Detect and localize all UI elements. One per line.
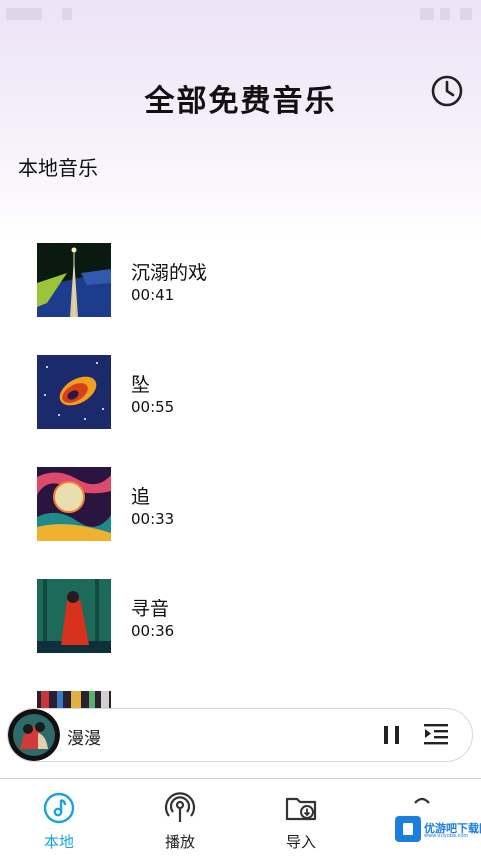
song-title: 寻音 [131,598,170,620]
nav-tab-play[interactable]: 播放 [135,791,225,851]
status-notification-icon [62,8,72,20]
watermark-logo: 优游吧下载网 www.uuyoba.com [395,816,481,842]
nav-tab-import[interactable]: 导入 [256,791,346,851]
status-wifi-icon [440,8,450,20]
song-item[interactable]: 追 00:33 [0,467,481,543]
folder-import-icon [285,797,317,821]
broadcast-icon [164,792,196,822]
song-item[interactable]: 坠 00:55 [0,355,481,431]
history-button[interactable] [430,74,464,108]
page-title: 全部免费音乐 [144,84,337,119]
clock-icon [431,75,463,107]
status-signal-icon [420,8,434,20]
status-time [6,8,42,20]
song-title: 坠 [131,374,151,396]
song-item[interactable]: 寻音 00:36 [0,579,481,655]
song-duration: 00:41 [131,286,175,304]
playlist-button[interactable] [422,721,450,749]
section-title: 本地音乐 [18,156,98,180]
song-item[interactable]: 沉溺的戏 00:41 [0,243,481,319]
app-header: 全部免费音乐 [0,72,481,120]
music-note-icon [43,792,75,824]
pause-button[interactable] [380,723,404,747]
status-battery-icon [460,8,472,20]
nav-tab-local[interactable]: 本地 [14,791,104,851]
status-bar [0,0,481,30]
song-title: 沉溺的戏 [131,262,208,284]
now-playing-cover[interactable] [8,709,60,761]
nav-label-play: 播放 [164,833,195,851]
mini-player[interactable]: 漫漫 [7,708,473,762]
album-cover-comet [37,355,111,429]
song-list[interactable]: 沉溺的戏 00:41 坠 00:55 追 00:33 寻音 00:36 [0,243,481,710]
watermark-icon [395,816,421,842]
watermark-url: www.uuyoba.com [424,833,469,839]
nav-label-local: 本地 [43,833,74,851]
album-cover-moon [37,467,111,541]
now-playing-title: 漫漫 [67,729,101,749]
nav-label-import: 导入 [285,833,316,851]
pause-icon [384,726,399,744]
song-duration: 00:55 [131,398,175,416]
album-cover-couple [37,579,111,653]
song-duration: 00:33 [131,510,175,528]
playlist-icon [424,724,448,745]
song-duration: 00:36 [131,622,175,640]
album-cover-road [37,243,111,317]
song-title: 追 [131,486,151,508]
